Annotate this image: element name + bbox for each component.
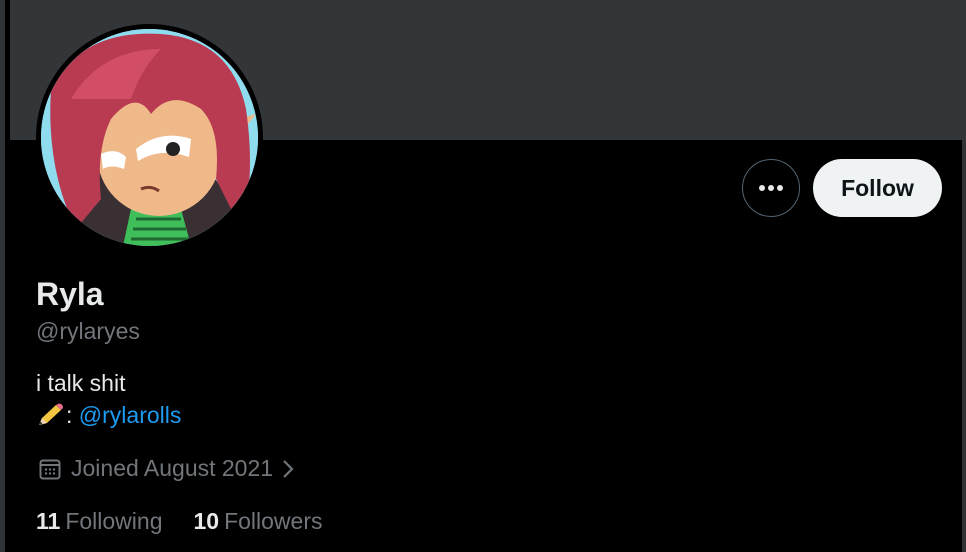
bio-mention-link[interactable]: @rylarolls (79, 402, 182, 429)
user-handle: @rylaryes (36, 318, 140, 344)
bio-line-1: i talk shit (36, 370, 126, 396)
followers-link[interactable]: 10 Followers (193, 508, 322, 535)
following-label: Following (65, 508, 163, 534)
joined-text: Joined August 2021 (71, 455, 274, 481)
following-link[interactable]: 11 Following (36, 508, 162, 535)
avatar-image (41, 29, 258, 246)
profile-page: Follow Ryla @rylaryes i talk shit : @ryl… (0, 0, 966, 552)
more-options-button[interactable] (742, 159, 800, 217)
pencil-icon (39, 403, 63, 425)
joined-date[interactable]: Joined August 2021 (38, 455, 297, 482)
bio-separator: : (66, 402, 79, 428)
followers-count: 10 (193, 508, 220, 534)
calendar-icon (39, 459, 61, 479)
followers-label: Followers (224, 508, 323, 534)
bio-line-2: : @rylarolls (36, 402, 181, 429)
chevron-right-icon (283, 459, 294, 478)
more-horizontal-icon (759, 185, 783, 191)
follow-button[interactable]: Follow (813, 159, 942, 217)
display-name: Ryla (36, 276, 104, 312)
follow-stats: 11 Following 10 Followers (36, 508, 323, 535)
following-count: 11 (36, 508, 61, 534)
avatar[interactable] (36, 24, 263, 251)
